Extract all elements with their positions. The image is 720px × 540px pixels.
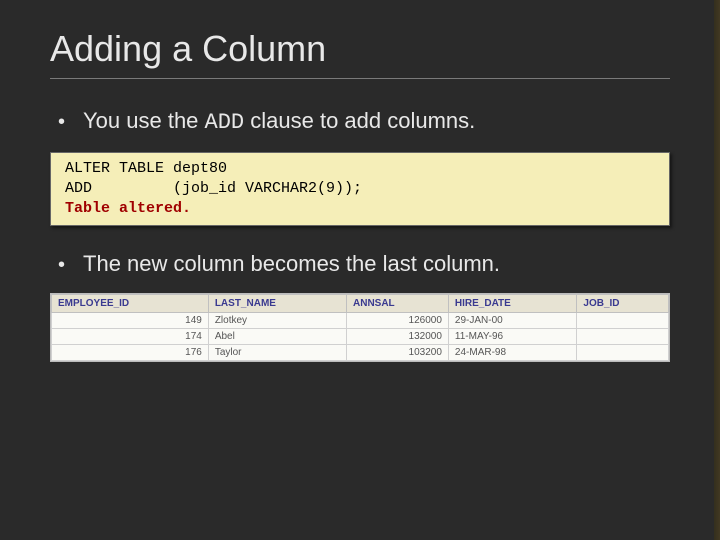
cell: 132000 xyxy=(347,328,449,344)
bullet-item: • The new column becomes the last column… xyxy=(50,250,670,279)
code-result: Table altered. xyxy=(65,200,191,217)
side-accent xyxy=(714,0,720,540)
cell: 126000 xyxy=(347,312,449,328)
code-block: ALTER TABLE dept80 ADD (job_id VARCHAR2(… xyxy=(50,152,670,227)
bullet-text: The new column becomes the last column. xyxy=(83,250,500,279)
cell: Abel xyxy=(208,328,346,344)
cell: Zlotkey xyxy=(208,312,346,328)
col-header: EMPLOYEE_ID xyxy=(52,294,209,312)
table-row: 174 Abel 132000 11-MAY-96 xyxy=(52,328,669,344)
col-header: HIRE_DATE xyxy=(448,294,577,312)
cell: 103200 xyxy=(347,344,449,360)
table-header-row: EMPLOYEE_ID LAST_NAME ANNSAL HIRE_DATE J… xyxy=(52,294,669,312)
cell: 149 xyxy=(52,312,209,328)
table-row: 176 Taylor 103200 24-MAR-98 xyxy=(52,344,669,360)
code-line: ADD (job_id VARCHAR2(9)); xyxy=(65,180,362,197)
bullet-icon: • xyxy=(58,255,65,275)
cell: 24-MAR-98 xyxy=(448,344,577,360)
bullet-code: ADD xyxy=(205,110,245,135)
cell: 174 xyxy=(52,328,209,344)
bullet-item: • You use the ADD clause to add columns. xyxy=(50,107,670,138)
bullet-text: You use the ADD clause to add columns. xyxy=(83,107,475,138)
col-header: JOB_ID xyxy=(577,294,669,312)
slide-title: Adding a Column xyxy=(50,28,670,70)
cell xyxy=(577,328,669,344)
code-line: ALTER TABLE dept80 xyxy=(65,160,227,177)
col-header: LAST_NAME xyxy=(208,294,346,312)
slide: Adding a Column • You use the ADD clause… xyxy=(0,0,720,540)
cell xyxy=(577,312,669,328)
cell: Taylor xyxy=(208,344,346,360)
table-row: 149 Zlotkey 126000 29-JAN-00 xyxy=(52,312,669,328)
bullet-segment: You use the xyxy=(83,108,205,133)
bullet-segment: clause to add columns. xyxy=(244,108,475,133)
title-underline xyxy=(50,78,670,79)
cell xyxy=(577,344,669,360)
cell: 29-JAN-00 xyxy=(448,312,577,328)
result-table: EMPLOYEE_ID LAST_NAME ANNSAL HIRE_DATE J… xyxy=(50,293,670,362)
cell: 11-MAY-96 xyxy=(448,328,577,344)
bullet-icon: • xyxy=(58,112,65,132)
cell: 176 xyxy=(52,344,209,360)
col-header: ANNSAL xyxy=(347,294,449,312)
